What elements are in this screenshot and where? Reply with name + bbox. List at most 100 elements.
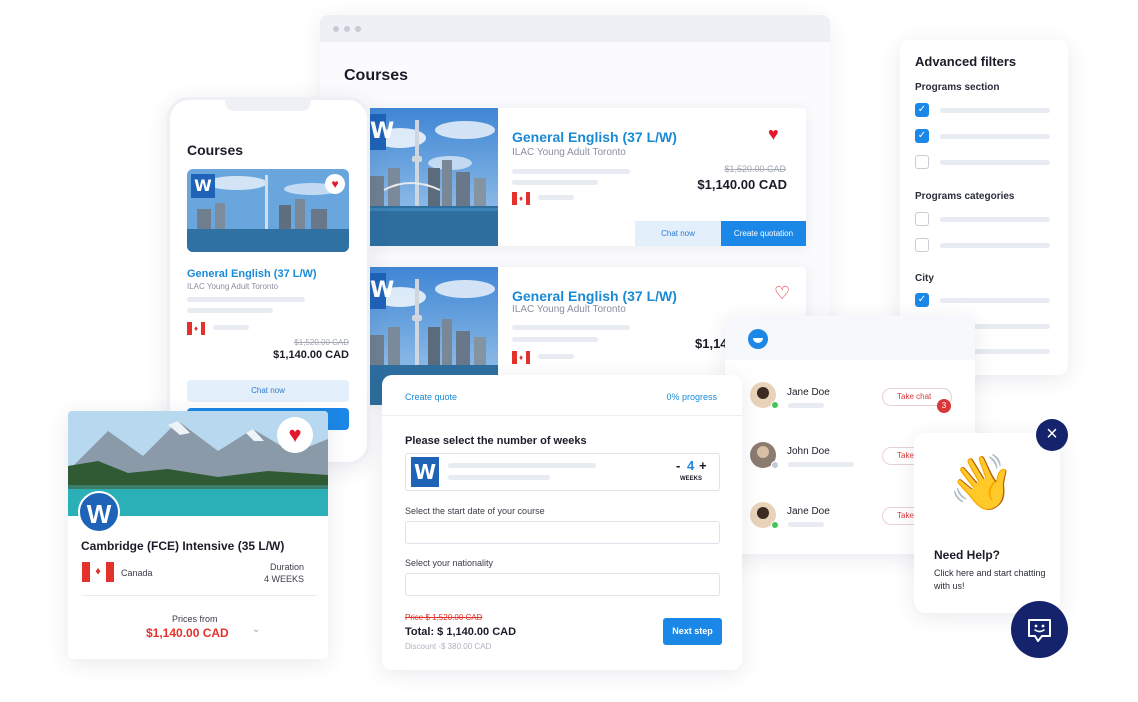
placeholder-line	[448, 463, 596, 468]
course-school: ILAC Young Adult Toronto	[187, 282, 279, 291]
placeholder-line	[187, 308, 273, 313]
canada-flag-icon: ♦	[187, 322, 205, 335]
course-price: $1,140.00 CAD	[273, 349, 349, 361]
placeholder-line	[512, 169, 630, 174]
placeholder-line	[187, 297, 305, 302]
status-online-indicator	[771, 401, 779, 409]
heart-filled-icon[interactable]: ♥	[768, 125, 779, 143]
placeholder-line	[538, 195, 574, 200]
placeholder-line	[788, 522, 824, 527]
heart-outline-icon[interactable]: ♡	[774, 284, 790, 302]
school-logo-w: W	[78, 491, 120, 533]
course-title[interactable]: General English (37 L/W)	[187, 268, 317, 280]
placeholder-line	[788, 403, 824, 408]
placeholder-line	[940, 243, 1050, 248]
canada-flag-icon: ♦	[512, 192, 530, 205]
quote-form: Create quote 0% progress Please select t…	[382, 375, 742, 670]
duration-value: 4 WEEKS	[263, 574, 304, 584]
start-date-field[interactable]	[405, 521, 720, 544]
discount-text: Discount -$ 380.00 CAD	[405, 642, 492, 651]
increment-button[interactable]: +	[699, 458, 707, 473]
course-school: ILAC Young Adult Toronto	[512, 304, 626, 315]
waving-hand-icon: 👋	[948, 453, 1016, 513]
contact-name[interactable]: Jane Doe	[787, 506, 830, 517]
school-logo-w: W	[191, 174, 215, 198]
nationality-label: Select your nationality	[405, 558, 494, 568]
checkbox-unchecked[interactable]	[915, 212, 929, 226]
decrement-button[interactable]: -	[676, 458, 680, 473]
placeholder-line	[448, 475, 550, 480]
chat-now-button[interactable]: Chat now	[635, 221, 721, 246]
checkbox-checked[interactable]: ✓	[915, 293, 929, 307]
need-help-widget[interactable]: 👋 Need Help? Click here and start chatti…	[914, 433, 1060, 613]
chat-now-button[interactable]: Chat now	[187, 380, 349, 402]
divider	[81, 595, 317, 596]
course-card[interactable]: W General English (37 L/W) ILAC Young Ad…	[370, 108, 806, 246]
help-title: Need Help?	[934, 548, 1001, 562]
unread-count-badge: 3	[937, 399, 951, 413]
prices-from-label: Prices from	[172, 614, 218, 624]
window-dot	[333, 26, 339, 32]
checkbox-unchecked[interactable]	[915, 155, 929, 169]
status-online-indicator	[771, 521, 779, 529]
progress-label: 0% progress	[666, 392, 717, 402]
school-logo-w: W	[411, 457, 439, 487]
school-logo-w: W	[370, 273, 394, 309]
canada-flag-icon: ♦	[512, 351, 530, 364]
window-dot	[355, 26, 361, 32]
phone-page-title: Courses	[187, 142, 244, 158]
phone-notch	[225, 100, 311, 111]
course-price: $1,140.00 CAD	[146, 626, 229, 640]
heart-filled-icon[interactable]: ♥	[325, 174, 345, 194]
weeks-unit: WEEKS	[680, 476, 703, 482]
start-date-label: Select the start date of your course	[405, 506, 545, 516]
window-dot	[344, 26, 350, 32]
checkbox-checked[interactable]: ✓	[915, 103, 929, 117]
course-title[interactable]: General English (37 L/W)	[512, 129, 677, 145]
placeholder-line	[940, 298, 1050, 303]
heart-filled-icon[interactable]: ♥	[277, 417, 313, 453]
placeholder-line	[940, 134, 1050, 139]
duration-label: Duration	[269, 562, 304, 572]
close-icon[interactable]: ×	[1036, 419, 1068, 451]
contact-name[interactable]: Jane Doe	[787, 387, 830, 398]
placeholder-line	[940, 108, 1050, 113]
weeks-question: Please select the number of weeks	[405, 435, 587, 447]
page-title: Courses	[344, 67, 409, 84]
chevron-down-icon[interactable]: ⌄	[252, 624, 260, 635]
filter-section-heading: Programs categories	[915, 191, 1015, 202]
country-label: Canada	[121, 568, 153, 578]
browser-title-bar	[320, 15, 830, 42]
create-quote-label: Create quote	[405, 392, 458, 402]
course-title[interactable]: General English (37 L/W)	[512, 288, 677, 304]
checkbox-checked[interactable]: ✓	[915, 129, 929, 143]
old-price: $1,520.00 CAD	[724, 164, 786, 174]
create-quotation-button[interactable]: Create quotation	[721, 221, 806, 246]
filter-section-heading: Programs section	[915, 82, 1000, 93]
course-price: $1,140.00 CAD	[697, 177, 787, 192]
weeks-selector: W - 4 + WEEKS	[405, 453, 720, 491]
placeholder-line	[538, 354, 574, 359]
status-offline-indicator	[771, 461, 779, 469]
placeholder-line	[213, 325, 249, 330]
help-text: Click here and start chatting with us!	[934, 568, 1046, 591]
placeholder-line	[940, 217, 1050, 222]
nationality-field[interactable]	[405, 573, 720, 596]
cambridge-course-card[interactable]: ♥ W Cambridge (FCE) Intensive (35 L/W) ♦…	[68, 411, 328, 659]
old-price: $1,520.00 CAD	[294, 338, 349, 347]
placeholder-line	[512, 325, 630, 330]
filters-title: Advanced filters	[915, 54, 1017, 69]
placeholder-line	[512, 337, 598, 342]
total-price: Total: $ 1,140.00 CAD	[405, 626, 517, 638]
placeholder-line	[512, 180, 598, 185]
checkbox-unchecked[interactable]	[915, 238, 929, 252]
toronto-skyline-image: W	[370, 108, 498, 246]
next-step-button[interactable]: Next step	[663, 618, 722, 645]
chat-bubble-icon[interactable]	[1011, 601, 1068, 658]
course-title[interactable]: Cambridge (FCE) Intensive (35 L/W)	[81, 539, 284, 553]
contact-name[interactable]: John Doe	[787, 446, 830, 457]
phone-mockup: Courses W ♥ General English (37 L/W) ILA…	[167, 97, 370, 465]
placeholder-line	[940, 160, 1050, 165]
placeholder-line	[788, 462, 854, 467]
agent-logo-icon	[748, 329, 768, 349]
